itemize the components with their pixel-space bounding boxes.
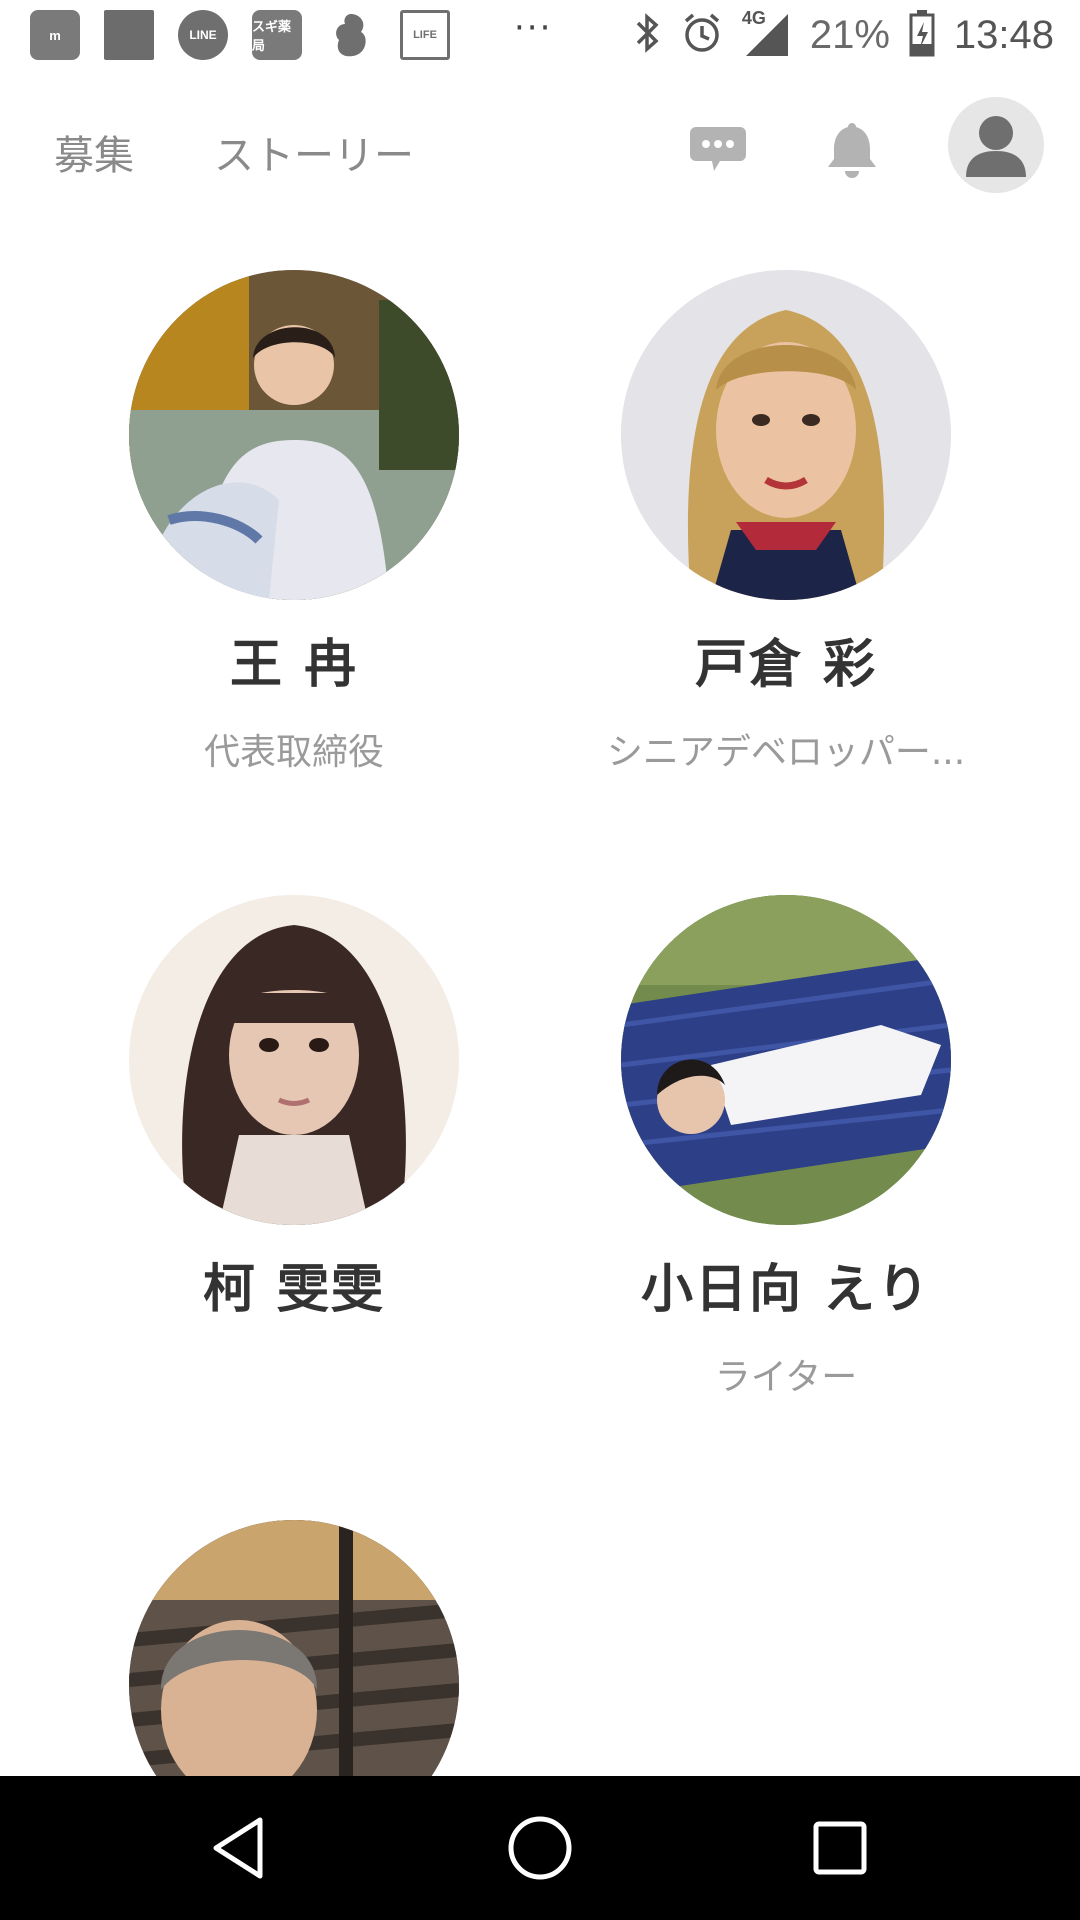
member-photo <box>621 270 951 600</box>
member-card[interactable]: 柯 雯雯 <box>64 895 524 1348</box>
clock: 13:48 <box>953 12 1054 57</box>
life-news-icon: LIFE <box>400 10 450 60</box>
battery-icon <box>908 8 936 62</box>
home-icon[interactable] <box>504 1812 576 1884</box>
notification-icons: m LINE スギ薬局 LIFE ··· <box>30 8 553 60</box>
squirrel-app-icon <box>326 10 376 60</box>
chat-bubble-icon[interactable] <box>686 115 750 179</box>
member-name: 王 冉 <box>229 635 359 695</box>
signal-icon: 4G <box>741 8 792 60</box>
member-photo <box>129 270 459 600</box>
system-status: 4G 21% 13:48 <box>632 8 1054 62</box>
member-photo <box>621 895 951 1225</box>
member-name: 小日向 えり <box>640 1260 932 1320</box>
system-nav-bar <box>0 1776 1080 1920</box>
alarm-icon <box>680 11 724 59</box>
bell-icon[interactable] <box>820 117 884 181</box>
member-role: ライター <box>714 1357 858 1398</box>
status-bar: m LINE スギ薬局 LIFE ··· 4G 21% 13:48 <box>0 0 1080 75</box>
member-card[interactable]: 戸倉 彩 シニアデベロッパー... <box>556 270 1016 775</box>
profile-avatar-icon[interactable] <box>948 97 1044 193</box>
member-card[interactable]: 王 冉 代表取締役 <box>64 270 524 775</box>
sugi-pharmacy-icon: スギ薬局 <box>252 10 302 60</box>
app-header: 募集 ストーリー <box>0 75 1080 215</box>
battery-percent: 21% <box>809 12 890 57</box>
member-name: 戸倉 彩 <box>694 635 878 695</box>
back-icon[interactable] <box>204 1812 276 1884</box>
member-name: 柯 雯雯 <box>202 1260 386 1320</box>
tab-story[interactable]: ストーリー <box>214 123 414 181</box>
overflow-dots-icon: ··· <box>514 8 553 48</box>
m-app-icon: m <box>30 10 80 60</box>
bluetooth-icon <box>632 11 662 59</box>
line-app-icon: LINE <box>178 10 228 60</box>
member-card[interactable]: 小日向 えり ライター <box>556 895 1016 1400</box>
gray-square-icon <box>104 10 154 60</box>
network-type: 4G <box>741 8 766 28</box>
member-role: 代表取締役 <box>203 732 384 773</box>
recents-icon[interactable] <box>804 1812 876 1884</box>
tab-recruit[interactable]: 募集 <box>54 123 134 181</box>
member-role: シニアデベロッパー... <box>606 732 966 773</box>
member-photo <box>129 895 459 1225</box>
